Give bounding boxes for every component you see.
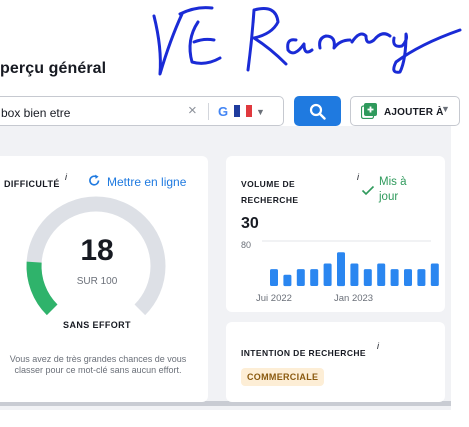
volume-bar[interactable] <box>350 263 359 287</box>
chevron-down-icon[interactable]: ▼ <box>256 104 265 120</box>
search-button[interactable] <box>294 96 341 126</box>
divider <box>208 103 209 120</box>
volume-bar[interactable] <box>377 263 386 287</box>
search-intent-card: INTENTION DE RECHERCHE i COMMERCIALE <box>226 322 445 402</box>
search-input[interactable]: box bien etre <box>1 106 70 120</box>
search-icon <box>309 103 326 120</box>
difficulty-card: DIFFICULTÉ i Mettre en ligne 18 SUR 100 … <box>0 156 208 402</box>
add-to-label: AJOUTER À <box>384 107 444 118</box>
info-icon[interactable]: i <box>357 172 359 182</box>
volume-bar[interactable] <box>363 269 372 286</box>
updated-status-line2: jour <box>379 191 399 203</box>
difficulty-description: Vous avez de très grandes chances de vou… <box>9 354 187 375</box>
chevron-down-icon: ▼ <box>441 104 450 114</box>
intent-badge: COMMERCIALE <box>241 368 325 386</box>
volume-bar[interactable] <box>270 269 278 286</box>
volume-bar[interactable] <box>310 269 319 286</box>
x-tick-label: Jan 2023 <box>334 293 374 304</box>
refresh-link[interactable]: Mettre en ligne <box>107 175 186 189</box>
info-icon[interactable]: i <box>377 341 379 351</box>
add-to-list-icon <box>361 103 377 119</box>
refresh-icon[interactable] <box>88 174 101 187</box>
info-icon[interactable]: i <box>65 172 67 182</box>
x-tick-label: Jui 2022 <box>256 293 292 304</box>
france-flag-icon[interactable] <box>234 105 252 117</box>
keyword-search-field[interactable]: box bien etre × G ▼ <box>0 96 284 126</box>
score-scale: SUR 100 <box>76 276 118 287</box>
google-icon[interactable]: G <box>218 104 228 120</box>
difficulty-level: SANS EFFORT <box>63 320 131 330</box>
volume-bar[interactable] <box>390 269 399 286</box>
search-volume-card: VOLUME DE RECHERCHE i Mis à jour 30 80 J… <box>226 156 445 312</box>
volume-bar[interactable] <box>323 263 332 287</box>
volume-bar[interactable] <box>337 252 345 287</box>
page-title: perçu général <box>0 60 107 77</box>
volume-bar[interactable] <box>417 269 426 286</box>
volume-bar[interactable] <box>404 269 412 286</box>
volume-label-line1: VOLUME DE <box>241 179 296 189</box>
handwritten-annotation <box>152 6 462 76</box>
volume-value: 30 <box>241 215 259 232</box>
volume-bar[interactable] <box>430 263 439 287</box>
checkmark-icon <box>361 185 375 196</box>
clear-icon[interactable]: × <box>188 103 197 119</box>
add-to-button[interactable]: AJOUTER À ▼ <box>350 96 460 126</box>
volume-label-line2: RECHERCHE <box>241 195 299 205</box>
intent-label: INTENTION DE RECHERCHE <box>241 348 366 358</box>
volume-bar[interactable] <box>296 269 305 286</box>
volume-bar[interactable] <box>283 274 292 287</box>
difficulty-score: 18 <box>80 234 114 267</box>
updated-status-line1: Mis à <box>379 176 407 188</box>
difficulty-label: DIFFICULTÉ <box>4 179 60 189</box>
